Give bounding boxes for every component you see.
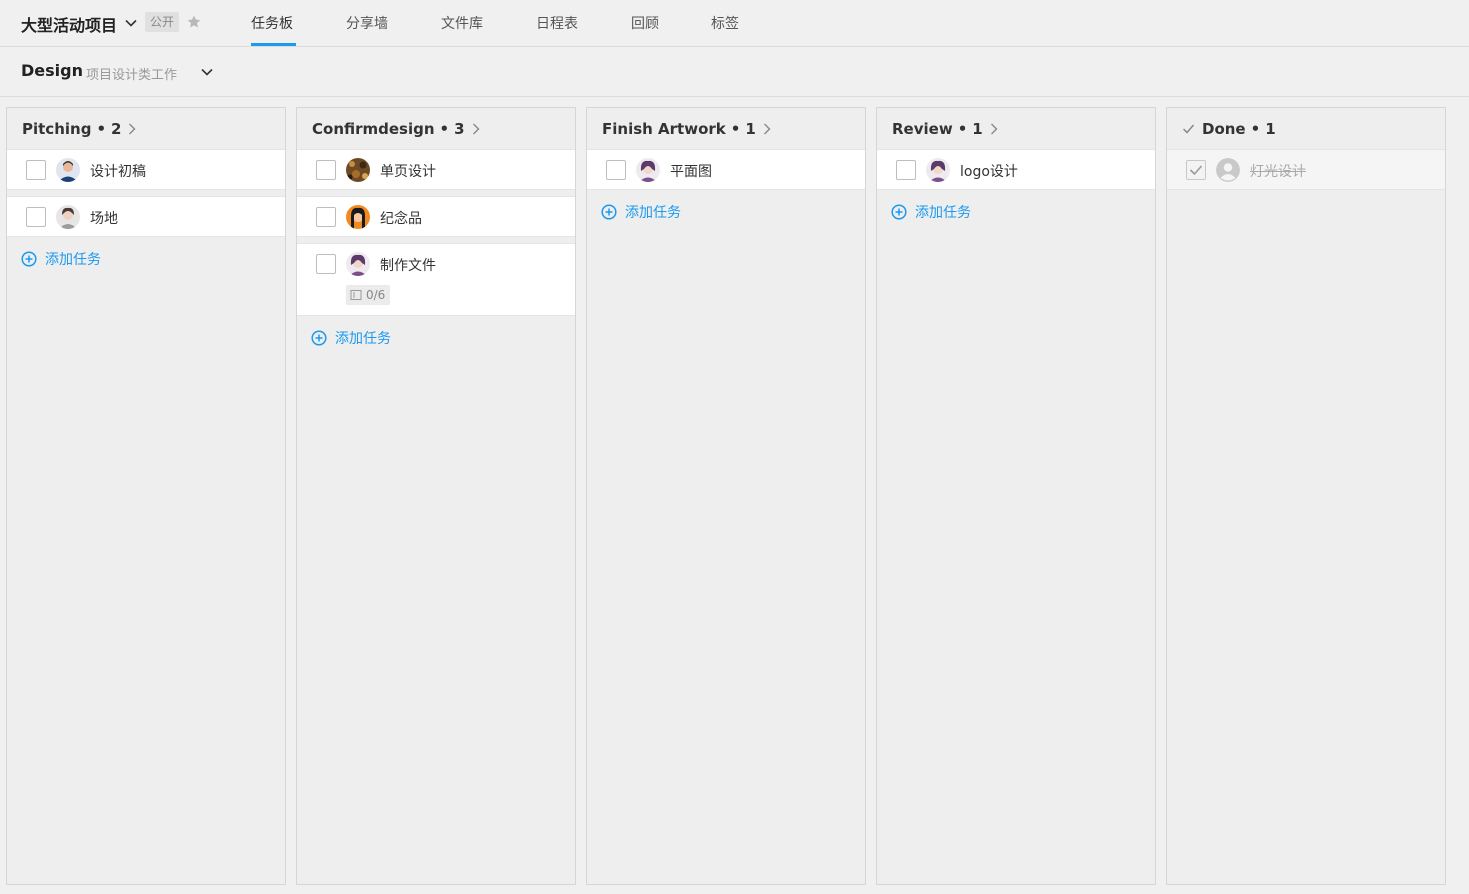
column-header[interactable]: Review • 1: [877, 108, 1155, 149]
avatar[interactable]: [346, 205, 370, 229]
avatar[interactable]: [1216, 158, 1240, 182]
add-task-label: 添加任务: [915, 205, 971, 221]
chevron-right-icon[interactable]: [989, 122, 999, 136]
column-header[interactable]: Done • 1: [1167, 108, 1445, 149]
task-title: 灯光设计: [1250, 164, 1306, 180]
chevron-down-icon[interactable]: [200, 65, 214, 79]
avatar[interactable]: [346, 158, 370, 182]
avatar[interactable]: [346, 252, 370, 276]
task-card[interactable]: 纪念品: [297, 196, 575, 237]
column-done: Done • 1 灯光设计: [1166, 107, 1446, 885]
column-title: Pitching: [22, 119, 92, 138]
task-card[interactable]: 单页设计: [297, 149, 575, 190]
project-header: 大型活动项目 公开 任务板 分享墙 文件库 日程表 回顾 标签: [0, 0, 1469, 47]
check-icon: [1189, 165, 1203, 176]
plus-circle-icon: [601, 204, 617, 220]
board-name[interactable]: Design: [21, 61, 83, 80]
plus-circle-icon: [21, 251, 37, 267]
column-confirmdesign: Confirmdesign • 3 单页设计 纪念品 制作文件 0/6 添加任务: [296, 107, 576, 885]
task-checkbox[interactable]: [26, 207, 46, 227]
task-title: 平面图: [670, 164, 712, 180]
check-icon: [1182, 124, 1195, 134]
star-icon[interactable]: [186, 14, 202, 30]
task-card[interactable]: 场地: [7, 196, 285, 237]
project-title[interactable]: 大型活动项目: [21, 12, 117, 36]
tab-review[interactable]: 回顾: [631, 13, 659, 33]
column-title: Confirmdesign: [312, 119, 435, 138]
add-task-label: 添加任务: [335, 331, 391, 347]
column-header[interactable]: Confirmdesign • 3: [297, 108, 575, 149]
task-checkbox[interactable]: [316, 254, 336, 274]
plus-circle-icon: [891, 204, 907, 220]
task-card[interactable]: 设计初稿: [7, 149, 285, 190]
task-checkbox[interactable]: [316, 207, 336, 227]
chevron-right-icon[interactable]: [762, 122, 772, 136]
task-title: 单页设计: [380, 164, 436, 180]
task-title: logo设计: [960, 164, 1018, 180]
subtask-count: 0/6: [366, 288, 386, 302]
column-finish-artwork: Finish Artwork • 1 平面图 添加任务: [586, 107, 866, 885]
avatar[interactable]: [56, 158, 80, 182]
chevron-down-icon[interactable]: [124, 16, 138, 30]
column-title: Finish Artwork: [602, 119, 726, 138]
task-checkbox[interactable]: [606, 160, 626, 180]
column-count: 1: [745, 119, 756, 138]
column-count: 1: [1265, 119, 1276, 138]
tab-calendar[interactable]: 日程表: [536, 13, 578, 33]
column-review: Review • 1 logo设计 添加任务: [876, 107, 1156, 885]
task-checkbox[interactable]: [1186, 160, 1206, 180]
column-header[interactable]: Pitching • 2: [7, 108, 285, 149]
column-title: Review: [892, 119, 953, 138]
task-card[interactable]: 灯光设计: [1167, 149, 1445, 190]
add-task-button[interactable]: 添加任务: [877, 194, 1155, 230]
subtask-badge[interactable]: 0/6: [346, 285, 391, 305]
task-title: 制作文件: [380, 258, 436, 274]
avatar[interactable]: [926, 158, 950, 182]
chevron-right-icon[interactable]: [471, 122, 481, 136]
add-task-button[interactable]: 添加任务: [297, 320, 575, 356]
task-checkbox[interactable]: [896, 160, 916, 180]
board-header: Design 项目设计类工作: [0, 47, 1469, 97]
task-checkbox[interactable]: [316, 160, 336, 180]
column-header[interactable]: Finish Artwork • 1: [587, 108, 865, 149]
tab-share-wall[interactable]: 分享墙: [346, 13, 388, 33]
tab-files[interactable]: 文件库: [441, 13, 483, 33]
plus-circle-icon: [311, 330, 327, 346]
add-task-label: 添加任务: [625, 205, 681, 221]
column-count: 3: [454, 119, 465, 138]
task-checkbox[interactable]: [26, 160, 46, 180]
active-tab-indicator: [251, 43, 296, 46]
task-title: 场地: [90, 211, 118, 227]
visibility-badge: 公开: [145, 12, 180, 32]
task-card[interactable]: 制作文件 0/6: [297, 243, 575, 316]
subtask-icon: [350, 290, 362, 300]
column-pitching: Pitching • 2 设计初稿 场地 添加任务: [6, 107, 286, 885]
add-task-button[interactable]: 添加任务: [587, 194, 865, 230]
avatar[interactable]: [636, 158, 660, 182]
task-title: 纪念品: [380, 211, 422, 227]
add-task-button[interactable]: 添加任务: [7, 241, 285, 277]
add-task-label: 添加任务: [45, 252, 101, 268]
tab-taskboard[interactable]: 任务板: [251, 13, 293, 33]
column-title: Done: [1202, 119, 1246, 138]
task-card[interactable]: logo设计: [877, 149, 1155, 190]
column-count: 2: [111, 119, 122, 138]
board-description[interactable]: 项目设计类工作: [86, 64, 177, 83]
task-card[interactable]: 平面图: [587, 149, 865, 190]
task-title: 设计初稿: [90, 164, 146, 180]
column-count: 1: [972, 119, 983, 138]
chevron-right-icon[interactable]: [127, 122, 137, 136]
tab-tags[interactable]: 标签: [711, 13, 739, 33]
avatar[interactable]: [56, 205, 80, 229]
